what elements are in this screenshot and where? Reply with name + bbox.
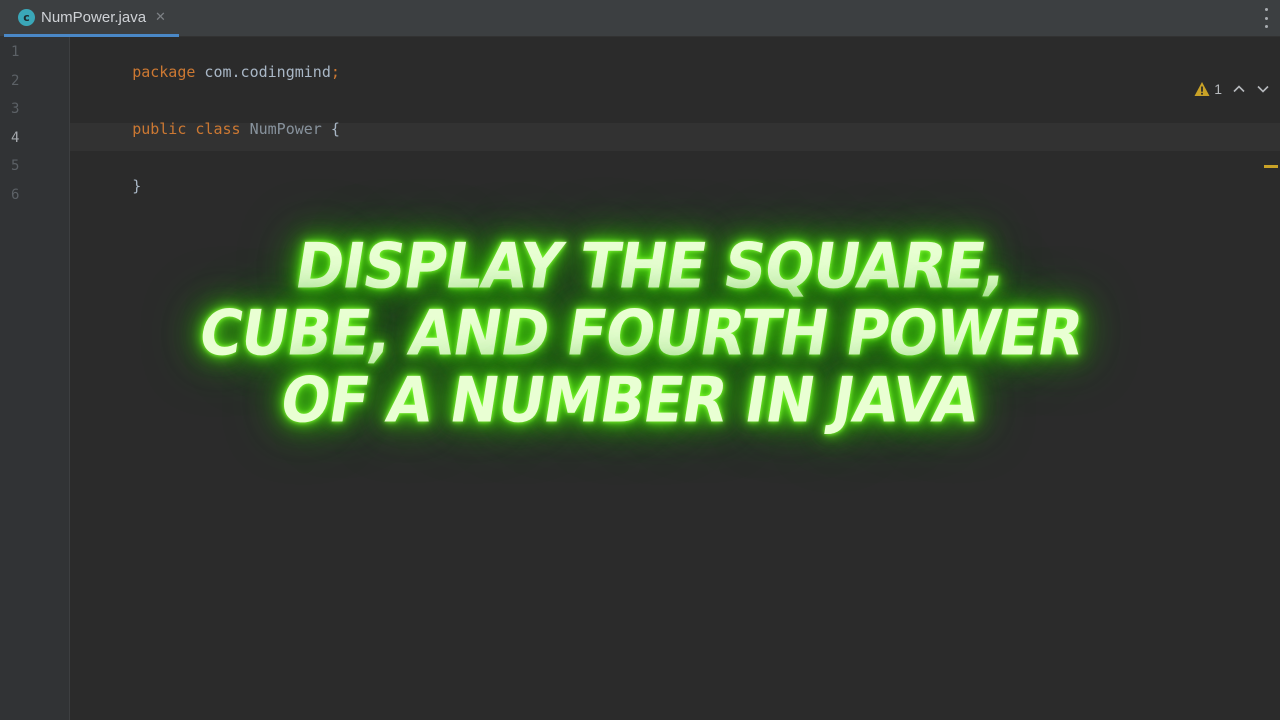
line-number-4: 4 bbox=[11, 130, 20, 146]
title-line-3: of a number in Java bbox=[275, 363, 984, 437]
code-line-1[interactable]: package com.codingmind; bbox=[78, 42, 340, 102]
close-icon[interactable]: ✕ bbox=[155, 10, 166, 25]
tab-numpower-java[interactable]: c NumPower.java ✕ bbox=[4, 0, 179, 37]
title-line-2: cube, and fourth power bbox=[194, 296, 1088, 370]
title-line-1: Display the square, bbox=[290, 229, 1011, 303]
close-brace: } bbox=[132, 177, 142, 195]
keyword-public: public bbox=[132, 120, 187, 138]
menu-dot bbox=[1264, 16, 1268, 20]
line-number-5: 5 bbox=[11, 158, 20, 174]
more-options-icon[interactable] bbox=[1262, 8, 1270, 28]
warning-count: 1 bbox=[1214, 81, 1222, 97]
chevron-up-icon[interactable] bbox=[1232, 82, 1246, 96]
tab-label: NumPower.java bbox=[41, 8, 147, 26]
editor-tab-bar: c NumPower.java ✕ bbox=[0, 0, 1280, 37]
line-number-gutter: 1 2 3 4 5 6 bbox=[0, 37, 70, 720]
package-name: com.codingmind bbox=[195, 63, 331, 81]
open-brace: { bbox=[321, 120, 340, 138]
java-class-icon: c bbox=[18, 8, 35, 26]
line-number-1: 1 bbox=[11, 44, 20, 60]
code-line-3[interactable]: public class NumPower { bbox=[78, 99, 340, 159]
error-stripe-marker[interactable] bbox=[1264, 165, 1278, 168]
code-line-5[interactable]: } bbox=[78, 156, 141, 216]
line-number-3: 3 bbox=[11, 101, 20, 117]
keyword-package: package bbox=[132, 63, 196, 81]
ide-window: c NumPower.java ✕ 1 2 3 4 5 6 package co… bbox=[0, 0, 1280, 720]
line-number-2: 2 bbox=[11, 73, 20, 89]
video-title-overlay: Display the square, cube, and fourth pow… bbox=[184, 229, 1096, 437]
inspection-widget[interactable]: 1 bbox=[1194, 81, 1270, 97]
class-name: NumPower bbox=[249, 120, 322, 138]
keyword-class: class bbox=[195, 120, 241, 138]
menu-dot bbox=[1264, 25, 1268, 28]
line-number-6: 6 bbox=[11, 187, 20, 203]
warning-icon bbox=[1194, 82, 1210, 96]
chevron-down-icon[interactable] bbox=[1256, 82, 1270, 96]
semicolon: ; bbox=[330, 63, 340, 81]
menu-dot bbox=[1264, 8, 1268, 11]
